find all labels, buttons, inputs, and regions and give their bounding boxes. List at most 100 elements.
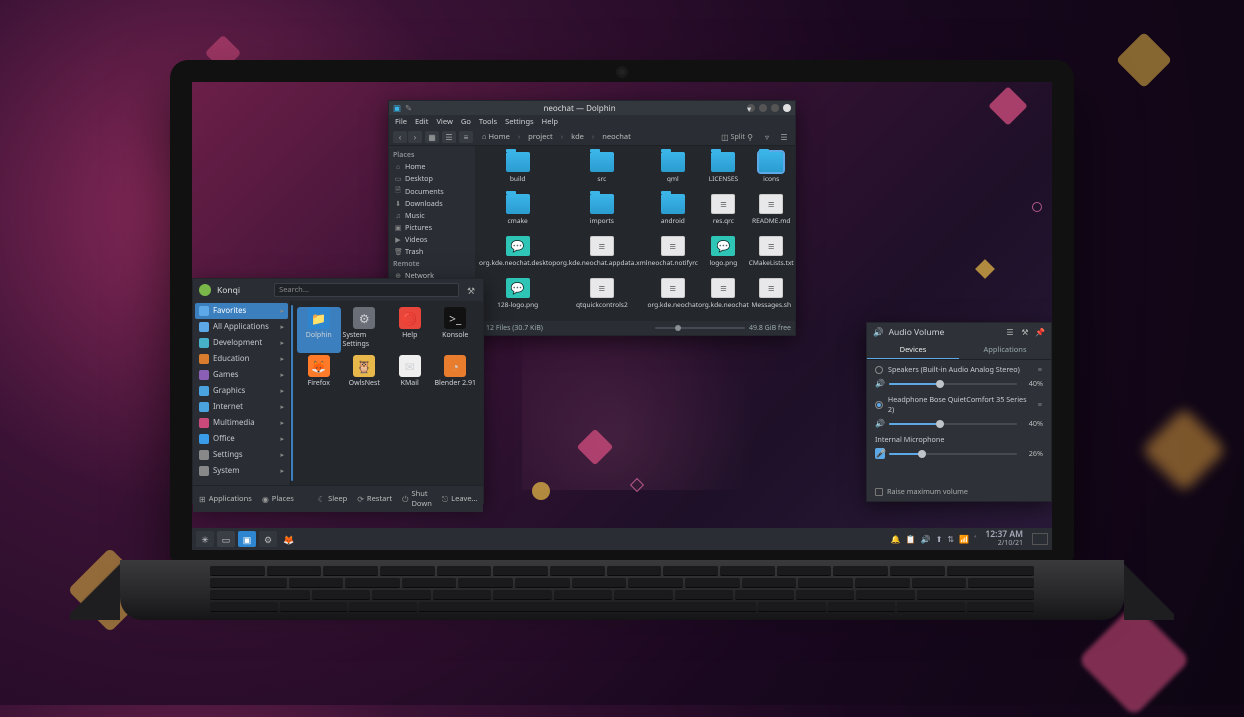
device-radio[interactable] <box>875 401 883 409</box>
shutdown-button[interactable]: ⏻Shut Down <box>402 489 432 509</box>
updates-icon[interactable]: ⬆ <box>936 534 943 545</box>
dolphin-titlebar[interactable]: ▣ ✎ neochat — Dolphin ▾ <box>389 101 795 115</box>
file-item[interactable]: ≡org.kde.neochat <box>647 278 698 320</box>
place-home[interactable]: ⌂Home <box>393 161 471 173</box>
zoom-slider[interactable] <box>655 327 745 329</box>
compactview-button[interactable]: ☰ <box>442 131 456 143</box>
breadcrumb[interactable]: ⌂ Home›project›kde›neochat <box>479 131 723 143</box>
file-item[interactable]: icons <box>749 152 794 194</box>
forward-button[interactable]: › <box>408 131 422 143</box>
file-item[interactable]: ≡CMakeLists.txt <box>749 236 794 278</box>
launcher-button[interactable]: ✳ <box>196 531 214 547</box>
tab-applications[interactable]: ⊞Applications <box>199 494 252 505</box>
file-item[interactable]: LICENSES <box>698 152 749 194</box>
place-downloads[interactable]: ⬇Downloads <box>393 198 471 210</box>
category-development[interactable]: Development▸ <box>195 335 288 351</box>
file-item[interactable]: ≡Messages.sh <box>749 278 794 320</box>
file-item[interactable]: imports <box>556 194 647 236</box>
volume-slider[interactable] <box>889 383 1017 385</box>
filter-icon[interactable]: ▿ <box>760 131 774 143</box>
app-owlsnest[interactable]: 🦉OwlsNest <box>343 355 387 401</box>
back-button[interactable]: ‹ <box>393 131 407 143</box>
mute-icon[interactable]: 🔊 <box>875 418 885 429</box>
leave-button[interactable]: ⎋Leave... <box>442 494 478 505</box>
menu-view[interactable]: View <box>436 117 452 127</box>
category-games[interactable]: Games▸ <box>195 367 288 383</box>
mic-mute-icon[interactable]: 🎤 <box>875 448 885 459</box>
detailview-button[interactable]: ≡ <box>459 131 473 143</box>
file-item[interactable]: ≡org.kde.neochat.appdata.xml <box>556 236 647 278</box>
user-avatar[interactable] <box>199 284 211 296</box>
app-blender-2.91[interactable]: ◔Blender 2.91 <box>434 355 478 401</box>
place-desktop[interactable]: ▭Desktop <box>393 173 471 185</box>
search-input[interactable]: Search... <box>274 283 459 297</box>
dolphin-file-grid[interactable]: buildsrcqmlLICENSESicons cmakeimportsandr… <box>475 146 795 334</box>
file-item[interactable]: cmake <box>479 194 556 236</box>
split-button[interactable]: ◫ Split <box>726 131 740 143</box>
menu-help[interactable]: Help <box>542 117 558 127</box>
clock[interactable]: 12:37 AM2/10/21 <box>985 531 1023 547</box>
crumb-project[interactable]: project <box>525 131 556 143</box>
task-systemsettings[interactable]: ⚙ <box>259 531 277 547</box>
search-icon[interactable]: ⚲ <box>743 131 757 143</box>
tab-applications[interactable]: Applications <box>959 342 1051 359</box>
configure-icon[interactable]: ⚒ <box>465 284 477 296</box>
category-education[interactable]: Education▸ <box>195 351 288 367</box>
app-kmail[interactable]: ✉KMail <box>388 355 432 401</box>
iconview-button[interactable]: ▦ <box>425 131 439 143</box>
raise-max-checkbox[interactable] <box>875 488 883 496</box>
file-item[interactable]: ≡org.kde.neochat <box>698 278 749 320</box>
category-graphics[interactable]: Graphics▸ <box>195 383 288 399</box>
crumb-Home[interactable]: ⌂ Home <box>479 131 513 143</box>
category-favorites[interactable]: Favorites▸ <box>195 303 288 319</box>
place-videos[interactable]: ▶Videos <box>393 234 471 246</box>
app-dolphin[interactable]: 📁Dolphin <box>297 307 341 353</box>
close-button[interactable] <box>783 104 791 112</box>
file-item[interactable]: ≡qtquickcontrols2 <box>556 278 647 320</box>
file-item[interactable]: android <box>647 194 698 236</box>
menu-file[interactable]: File <box>395 117 407 127</box>
file-item[interactable]: 💬org.kde.neochat.desktop <box>479 236 556 278</box>
configure-icon[interactable]: ⚒ <box>1020 328 1030 338</box>
show-desktop-button[interactable] <box>1032 533 1048 545</box>
crumb-neochat[interactable]: neochat <box>599 131 634 143</box>
category-system[interactable]: System▸ <box>195 463 288 479</box>
file-item[interactable]: 💬logo.png <box>698 236 749 278</box>
maximize-button[interactable] <box>771 104 779 112</box>
restart-button[interactable]: ⟳Restart <box>357 494 392 505</box>
menu-settings[interactable]: Settings <box>505 117 534 127</box>
category-multimedia[interactable]: Multimedia▸ <box>195 415 288 431</box>
file-item[interactable]: src <box>556 152 647 194</box>
menu-icon[interactable]: ☰ <box>1005 328 1015 338</box>
keepabove-icon[interactable]: ▾ <box>747 104 755 112</box>
minimize-button[interactable] <box>759 104 767 112</box>
app-firefox[interactable]: 🦊Firefox <box>297 355 341 401</box>
tab-places[interactable]: ◉Places <box>262 494 294 505</box>
mic-slider[interactable] <box>889 453 1017 455</box>
place-trash[interactable]: 🗑Trash <box>393 246 471 258</box>
network-icon[interactable]: ⇅ <box>947 534 954 545</box>
app-help[interactable]: ⭕Help <box>388 307 432 353</box>
file-item[interactable]: qml <box>647 152 698 194</box>
tab-devices[interactable]: Devices <box>867 342 959 359</box>
wifi-icon[interactable]: 📶 <box>959 534 969 545</box>
menu-go[interactable]: Go <box>461 117 471 127</box>
notifications-icon[interactable]: 🔔 <box>891 534 901 545</box>
file-item[interactable]: ≡res.qrc <box>698 194 749 236</box>
device-menu-icon[interactable]: ≡ <box>1038 400 1043 410</box>
volume-slider[interactable] <box>889 423 1017 425</box>
category-settings[interactable]: Settings▸ <box>195 447 288 463</box>
volume-tray-icon[interactable]: 🔊 <box>921 534 931 545</box>
task-firefox[interactable]: 🦊 <box>280 531 298 547</box>
place-pictures[interactable]: ▣Pictures <box>393 222 471 234</box>
app-konsole[interactable]: >_Konsole <box>434 307 478 353</box>
hamburger-icon[interactable]: ☰ <box>777 131 791 143</box>
category-all-applications[interactable]: All Applications▸ <box>195 319 288 335</box>
pin-icon[interactable]: 📌 <box>1035 328 1045 338</box>
menu-edit[interactable]: Edit <box>415 117 428 127</box>
mute-icon[interactable]: 🔊 <box>875 378 885 389</box>
file-item[interactable]: build <box>479 152 556 194</box>
file-item[interactable]: ≡neochat.notifyrc <box>647 236 698 278</box>
category-internet[interactable]: Internet▸ <box>195 399 288 415</box>
place-music[interactable]: ♫Music <box>393 210 471 222</box>
